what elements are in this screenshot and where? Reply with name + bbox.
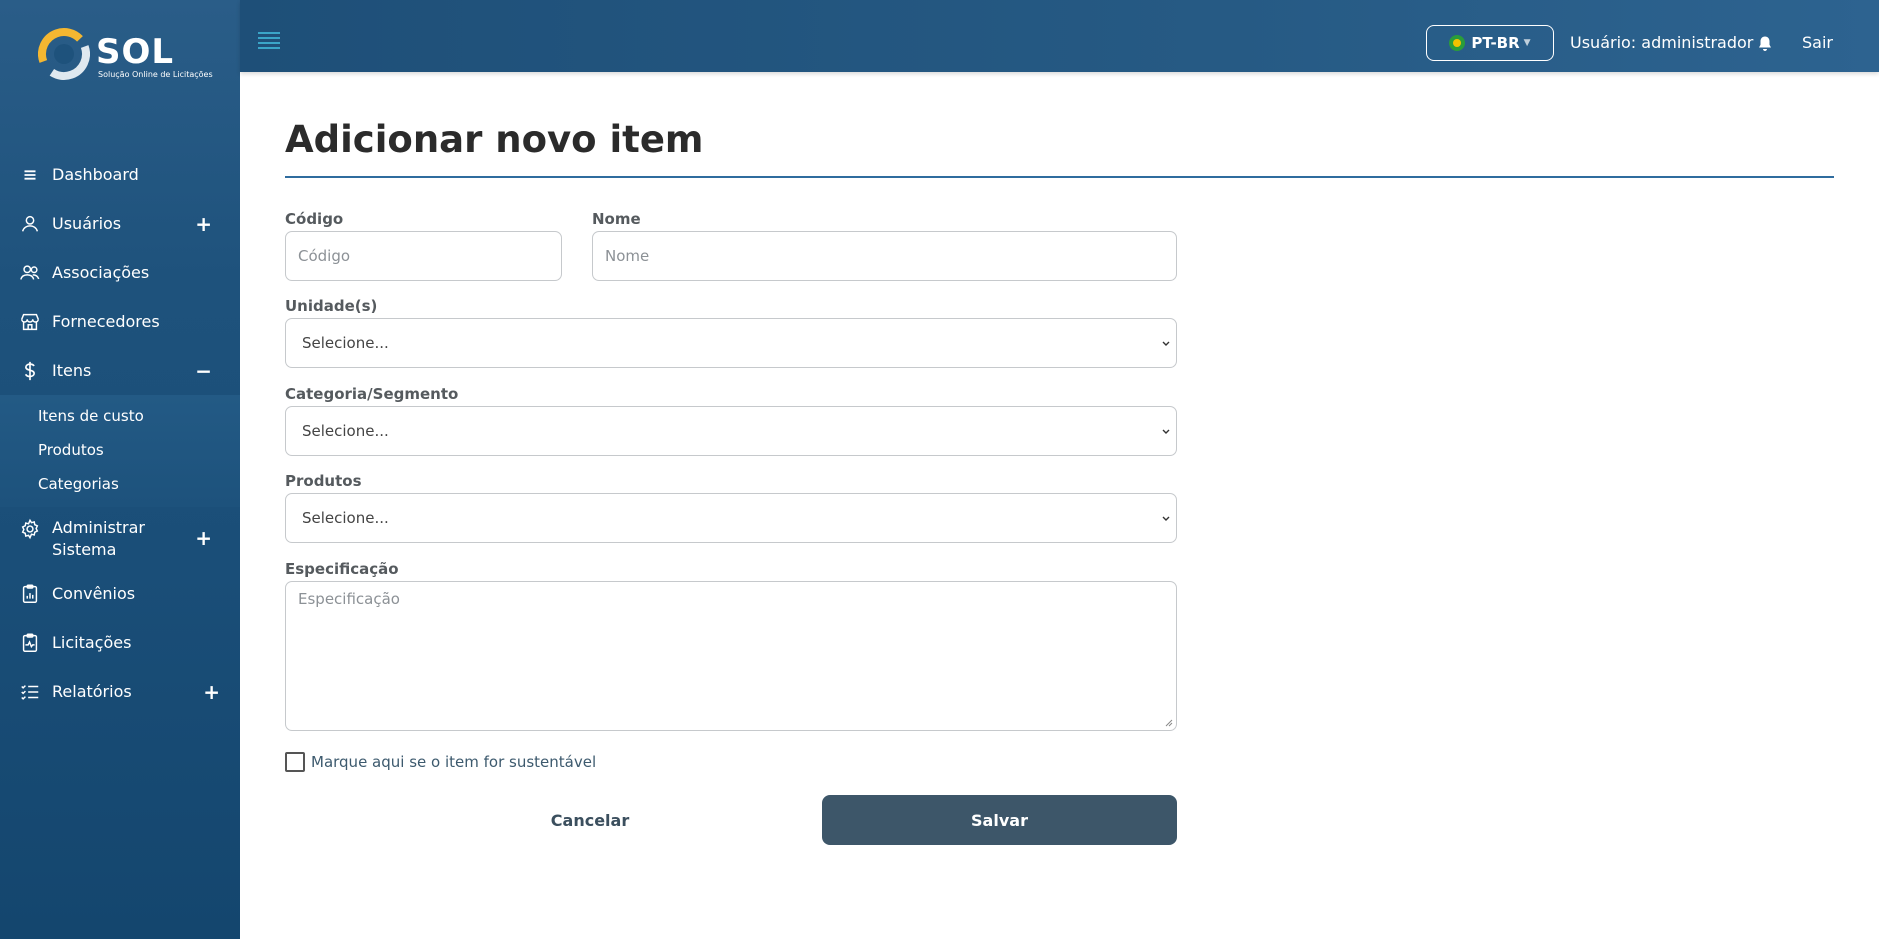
clipboard-chart-icon (18, 582, 42, 606)
brand-name: SOL (96, 32, 175, 72)
sidebar-item-usuarios[interactable]: Usuários + (0, 199, 240, 248)
logo[interactable]: SOL Solução Online de Licitações (38, 26, 213, 86)
user-label: Usuário: administrador (1570, 33, 1754, 52)
sidebar-subitem-itens-de-custo[interactable]: Itens de custo (0, 399, 240, 433)
sidebar-item-label: Administrar Sistema (52, 518, 146, 559)
produtos-label: Produtos (285, 472, 362, 490)
clipboard-pulse-icon (18, 631, 42, 655)
expand-icon[interactable]: + (195, 526, 212, 550)
sustentavel-checkbox[interactable] (285, 752, 305, 772)
title-divider (285, 176, 1834, 178)
sidebar-item-label: Convênios (52, 584, 136, 603)
categoria-value: Selecione... (302, 422, 389, 440)
sidebar-nav: Dashboard Usuários + Associações Fornece… (0, 150, 240, 716)
sidebar-item-convenios[interactable]: Convênios (0, 569, 240, 618)
topbar: PT-BR ▼ Usuário: administrador Sair (240, 0, 1879, 72)
sidebar-submenu-itens: Itens de custo Produtos Categorias (0, 395, 240, 507)
sidebar-item-dashboard[interactable]: Dashboard (0, 150, 240, 199)
language-label: PT-BR (1471, 34, 1520, 52)
sidebar-item-label: Associações (52, 263, 150, 282)
sidebar-item-label: Dashboard (52, 165, 139, 184)
list-check-icon (18, 680, 42, 704)
codigo-label: Código (285, 210, 344, 228)
unidades-label: Unidade(s) (285, 297, 378, 315)
gear-icon (18, 517, 42, 541)
sidebar-item-fornecedores[interactable]: Fornecedores (0, 297, 240, 346)
chevron-down-icon (1162, 516, 1170, 521)
sidebar-item-itens[interactable]: Itens − (0, 346, 240, 395)
language-selector[interactable]: PT-BR ▼ (1426, 25, 1554, 61)
sidebar-item-label: Licitações (52, 633, 132, 652)
unidades-select[interactable]: Selecione... (285, 318, 1177, 368)
store-icon (18, 310, 42, 334)
especificacao-label: Especificação (285, 560, 399, 578)
bell-icon[interactable] (1757, 35, 1773, 53)
sidebar-item-administrar-sistema[interactable]: Administrar Sistema + (0, 507, 240, 569)
user-icon (18, 212, 42, 236)
brazil-flag-icon (1449, 35, 1466, 51)
nome-label: Nome (592, 210, 641, 228)
sustentavel-option[interactable]: Marque aqui se o item for sustentável (285, 752, 596, 772)
expand-icon[interactable]: + (195, 212, 212, 236)
categoria-label: Categoria/Segmento (285, 385, 459, 403)
chevron-down-icon: ▼ (1523, 38, 1531, 48)
chevron-down-icon (1162, 429, 1170, 434)
sidebar-item-label: Relatórios (52, 682, 132, 701)
sidebar: SOL Solução Online de Licitações Dashboa… (0, 0, 240, 939)
codigo-input[interactable]: Código (285, 231, 562, 281)
sidebar-item-label: Itens (52, 361, 92, 380)
unidades-value: Selecione... (302, 334, 389, 352)
save-button[interactable]: Salvar (822, 795, 1177, 845)
sidebar-item-label: Usuários (52, 214, 122, 233)
collapse-icon[interactable]: − (195, 359, 212, 383)
cancel-button[interactable]: Cancelar (485, 795, 695, 845)
sidebar-item-label: Fornecedores (52, 312, 160, 331)
expand-icon[interactable]: + (203, 680, 220, 704)
sidebar-subitem-produtos[interactable]: Produtos (0, 433, 240, 467)
dollar-icon (18, 359, 42, 383)
categoria-select[interactable]: Selecione... (285, 406, 1177, 456)
sidebar-item-relatorios[interactable]: Relatórios + (0, 667, 240, 716)
resize-handle-icon[interactable] (1165, 719, 1173, 727)
produtos-select[interactable]: Selecione... (285, 493, 1177, 543)
sol-logo-icon (38, 28, 90, 80)
hamburger-menu-icon[interactable] (258, 32, 280, 49)
page-title: Adicionar novo item (285, 118, 704, 161)
chevron-down-icon (1162, 341, 1170, 346)
especificacao-placeholder: Especificação (298, 590, 400, 608)
sustentavel-label[interactable]: Marque aqui se o item for sustentável (311, 753, 596, 771)
users-icon (18, 261, 42, 285)
produtos-value: Selecione... (302, 509, 389, 527)
menu-lines-icon (18, 163, 42, 187)
especificacao-textarea[interactable]: Especificação (285, 581, 1177, 731)
sidebar-subitem-categorias[interactable]: Categorias (0, 467, 240, 501)
logout-link[interactable]: Sair (1802, 33, 1833, 52)
nome-input[interactable]: Nome (592, 231, 1177, 281)
sidebar-item-licitacoes[interactable]: Licitações (0, 618, 240, 667)
brand-tagline: Solução Online de Licitações (98, 70, 213, 79)
sidebar-item-associacoes[interactable]: Associações (0, 248, 240, 297)
